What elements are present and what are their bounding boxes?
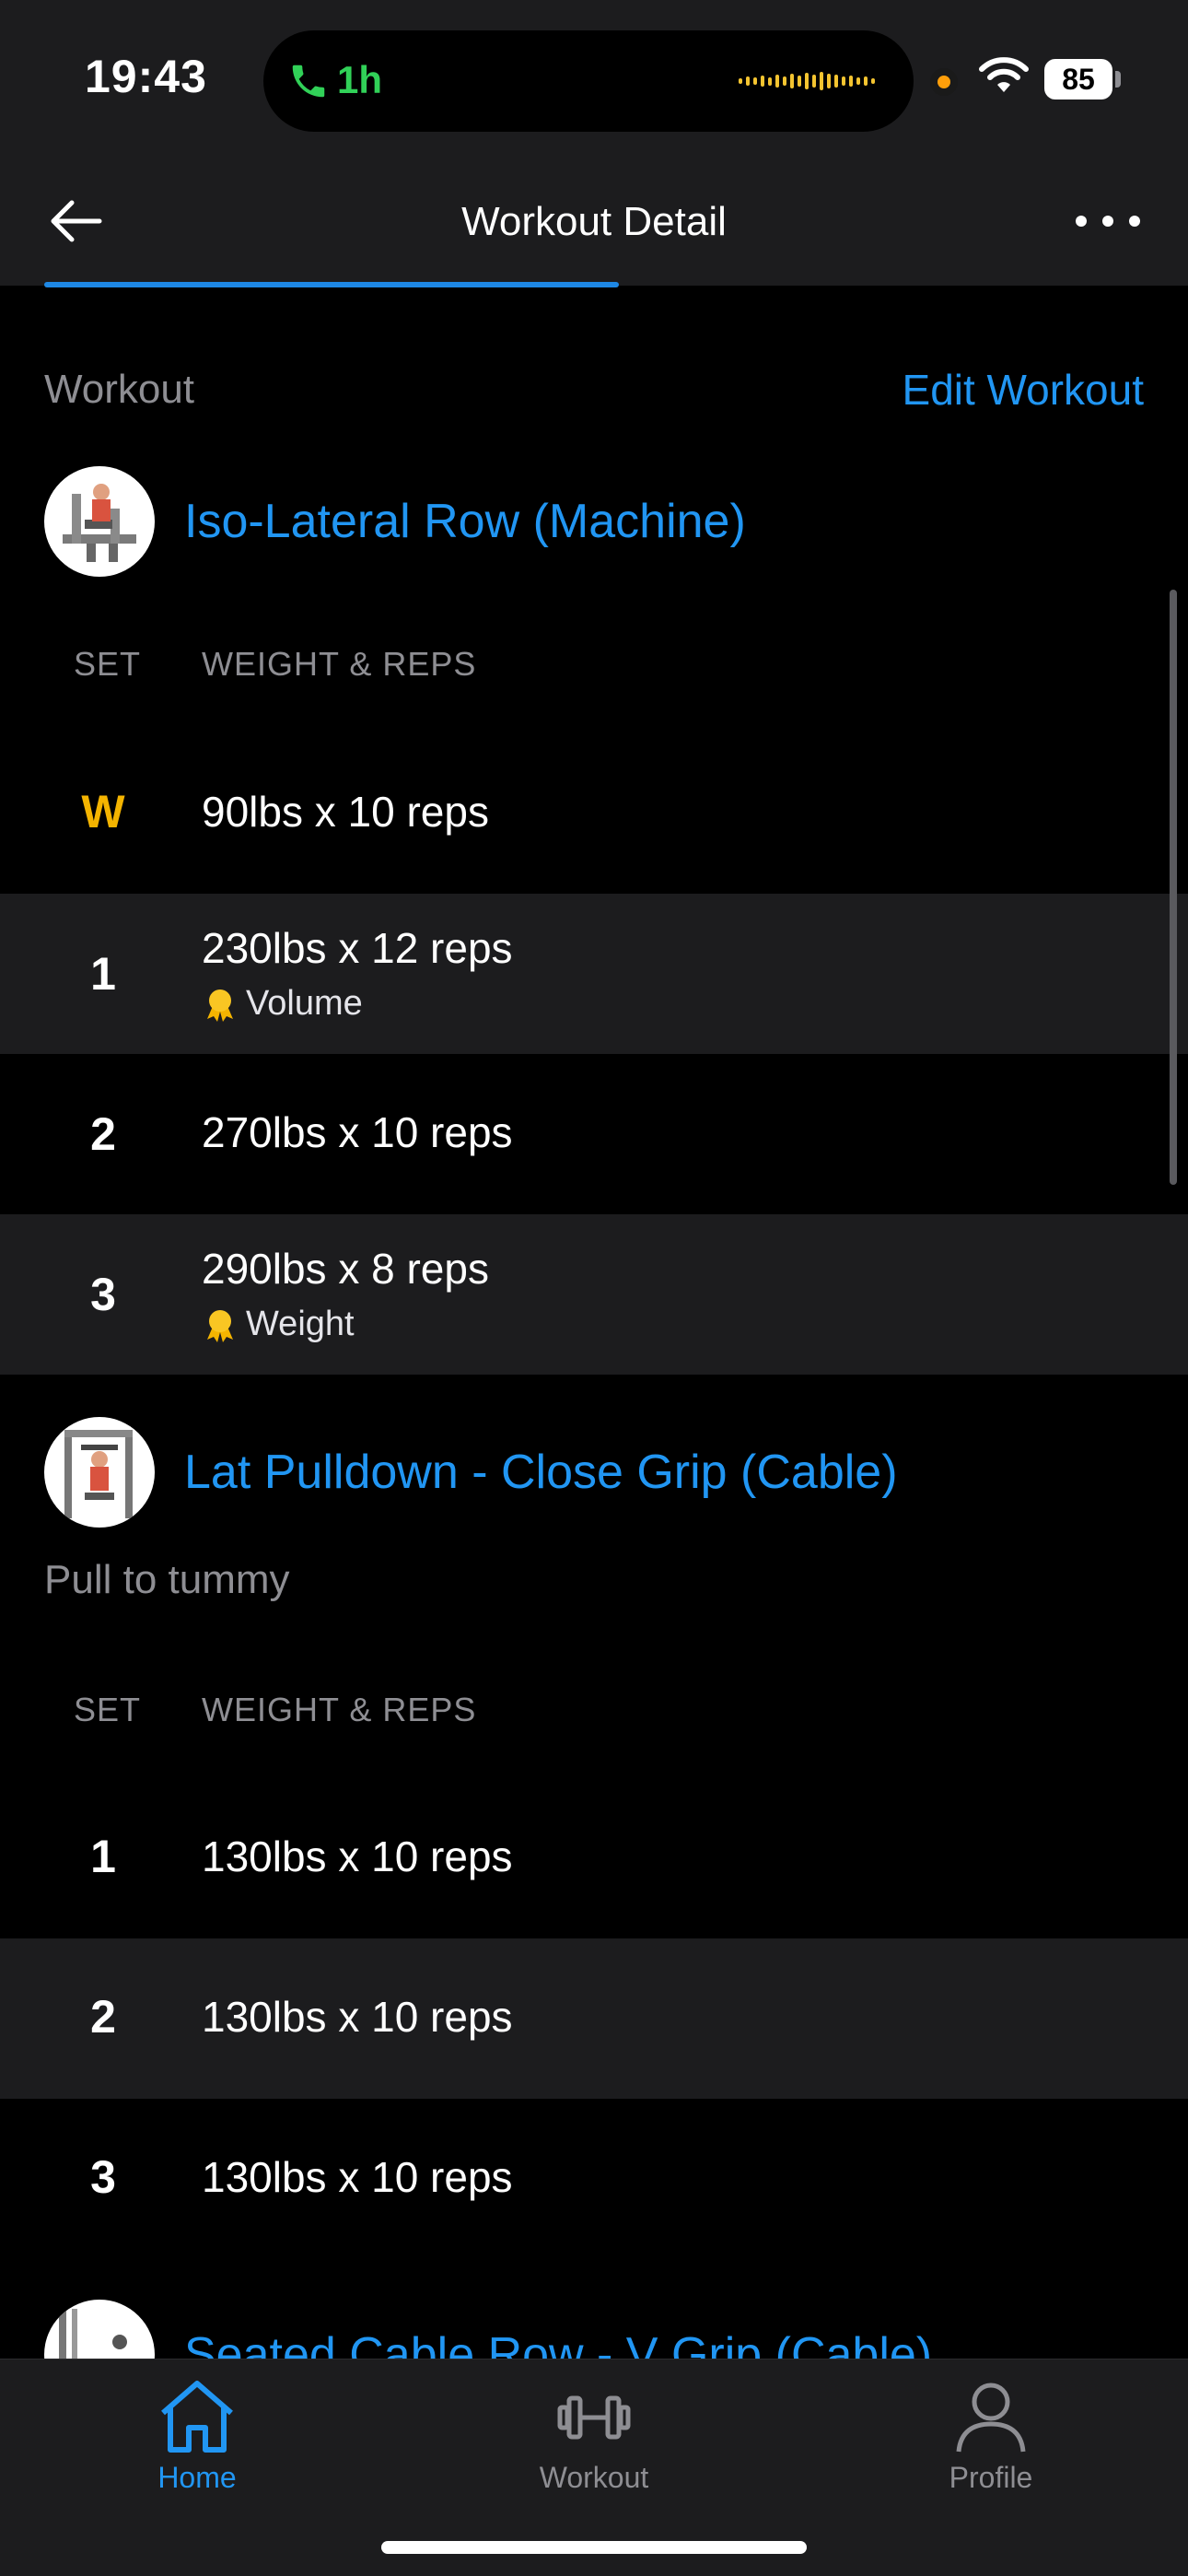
sets-column-header: SET WEIGHT & REPS [0, 645, 1188, 700]
audio-wave-icon [739, 70, 877, 92]
set-number: 2 [90, 1108, 116, 1160]
set-weight-reps: 230lbs x 12 reps [202, 924, 513, 972]
scroll-indicator[interactable] [1170, 590, 1177, 1185]
exercise-name[interactable]: Iso-Lateral Row (Machine) [184, 494, 746, 549]
set-number: 3 [90, 2151, 116, 2203]
page-title: Workout Detail [461, 199, 727, 244]
set-row: 1 230lbs x 12 reps Volume [0, 894, 1188, 1054]
set-row: 2 270lbs x 10 reps [0, 1054, 1188, 1214]
weight-reps-column-label: WEIGHT & REPS [202, 645, 477, 683]
sets-column-header: SET WEIGHT & REPS [0, 1691, 1188, 1746]
set-weight-reps: 270lbs x 10 reps [202, 1108, 513, 1156]
exercise-thumbnail [44, 466, 155, 577]
dynamic-island[interactable]: 1h [263, 30, 914, 132]
weight-reps-column-label: WEIGHT & REPS [202, 1691, 477, 1728]
phone-icon [292, 64, 325, 98]
camera-indicator-icon [930, 68, 958, 96]
set-number: 3 [90, 1269, 116, 1320]
set-weight-reps: 130lbs x 10 reps [202, 2153, 513, 2201]
call-duration: 1h [337, 58, 383, 101]
status-bar: 19:43 1h 85 [0, 0, 1188, 157]
medal-icon [207, 989, 233, 1022]
set-weight-reps: 290lbs x 8 reps [202, 1245, 489, 1293]
tab-profile[interactable]: Profile [899, 2378, 1083, 2495]
personal-record-badge: Weight [202, 1305, 355, 1344]
person-icon [956, 2383, 1026, 2453]
set-row: 1 130lbs x 10 reps [0, 1778, 1188, 1938]
home-indicator[interactable] [381, 2541, 807, 2554]
set-weight-reps: 130lbs x 10 reps [202, 1993, 513, 2041]
battery-level: 85 [1044, 59, 1112, 100]
tab-label: Home [157, 2461, 237, 2494]
battery-icon [1115, 71, 1121, 88]
home-icon [161, 2381, 233, 2453]
exercise-note: Pull to tummy [44, 1557, 290, 1602]
status-time: 19:43 [85, 51, 207, 102]
exercise-thumbnail [44, 1417, 155, 1528]
section-label: Workout [44, 367, 195, 412]
personal-record-badge: Volume [202, 984, 363, 1024]
exercise-name[interactable]: Lat Pulldown - Close Grip (Cable) [184, 1445, 898, 1500]
record-type: Volume [246, 984, 363, 1023]
set-column-label: SET [74, 645, 142, 683]
edit-workout-button[interactable]: Edit Workout [903, 365, 1144, 415]
set-row: 2 130lbs x 10 reps [0, 1938, 1188, 2099]
set-row: 3 290lbs x 8 reps Weight [0, 1214, 1188, 1375]
dumbbell-icon [557, 2395, 631, 2440]
record-type: Weight [246, 1305, 355, 1343]
set-weight-reps: 130lbs x 10 reps [202, 1832, 513, 1880]
navigation-bar: Workout Detail [0, 157, 1188, 286]
tab-label: Profile [949, 2461, 1033, 2494]
set-row: W 90lbs x 10 reps [0, 733, 1188, 894]
set-number: 1 [90, 948, 116, 1000]
set-row: 3 130lbs x 10 reps [0, 2099, 1188, 2259]
more-options-icon[interactable] [1076, 206, 1140, 236]
set-number: W [81, 786, 125, 837]
tab-home[interactable]: Home [105, 2378, 289, 2495]
workout-detail-screen: 19:43 1h 85 Workout Detail Workout Edit … [0, 0, 1188, 2576]
tab-indicator [44, 282, 619, 287]
exercise-header[interactable]: Iso-Lateral Row (Machine) [44, 466, 746, 577]
set-number: 2 [90, 1991, 116, 2043]
set-weight-reps: 90lbs x 10 reps [202, 788, 489, 836]
set-column-label: SET [74, 1691, 142, 1728]
wifi-icon [979, 57, 1029, 92]
tab-label: Workout [539, 2461, 649, 2494]
tab-workout[interactable]: Workout [502, 2378, 686, 2495]
medal-icon [207, 1309, 233, 1342]
set-number: 1 [90, 1831, 116, 1882]
exercise-header[interactable]: Lat Pulldown - Close Grip (Cable) [44, 1417, 898, 1528]
